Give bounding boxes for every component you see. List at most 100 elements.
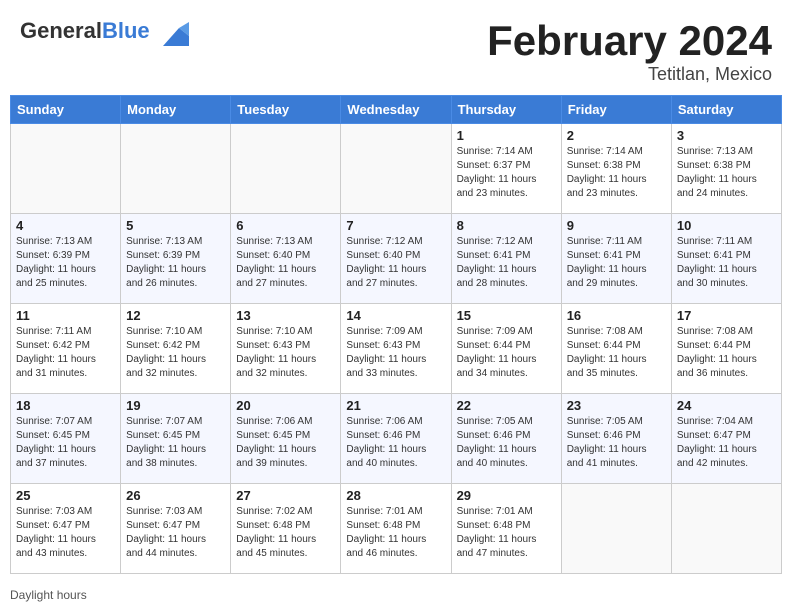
week-row-1: 1Sunrise: 7:14 AM Sunset: 6:37 PM Daylig… (11, 124, 782, 214)
cell-info: Sunrise: 7:11 AM Sunset: 6:42 PM Dayligh… (16, 325, 115, 381)
cal-cell: 17 Sunrise: 7:08 AM Sunset: 6:44 PM Dayli… (671, 304, 781, 394)
cell-info: Sunrise: 7:11 AM Sunset: 6:41 PM Dayligh… (677, 235, 776, 291)
cal-cell: 18 Sunrise: 7:07 AM Sunset: 6:45 PM Dayli… (11, 394, 121, 484)
cell-info: Sunrise: 7:02 AM Sunset: 6:48 PM Dayligh… (236, 505, 335, 561)
cell-date: 5 (126, 218, 225, 233)
cell-info: Sunrise: 7:05 AM Sunset: 6:46 PM Dayligh… (457, 415, 556, 471)
cal-cell (671, 484, 781, 574)
cal-cell (561, 484, 671, 574)
cell-info: Sunrise: 7:08 AM Sunset: 6:44 PM Dayligh… (677, 325, 776, 381)
cal-cell (341, 124, 451, 214)
cal-cell (11, 124, 121, 214)
title-block: February 2024 Tetitlan, Mexico (487, 18, 772, 85)
cal-cell: 21Sunrise: 7:06 AM Sunset: 6:46 PM Dayli… (341, 394, 451, 484)
cal-cell: 7 Sunrise: 7:12 AM Sunset: 6:40 PM Daylig… (341, 214, 451, 304)
cell-info: Sunrise: 7:13 AM Sunset: 6:39 PM Dayligh… (16, 235, 115, 291)
cal-cell: 1Sunrise: 7:14 AM Sunset: 6:37 PM Daylig… (451, 124, 561, 214)
header: GeneralBlue February 2024 Tetitlan, Mexi… (0, 0, 792, 95)
cal-cell: 3 Sunrise: 7:13 AM Sunset: 6:38 PM Daylig… (671, 124, 781, 214)
cal-cell: 5 Sunrise: 7:13 AM Sunset: 6:39 PM Daylig… (121, 214, 231, 304)
cell-date: 9 (567, 218, 666, 233)
cell-date: 11 (16, 308, 115, 323)
cal-cell: 4Sunrise: 7:13 AM Sunset: 6:39 PM Daylig… (11, 214, 121, 304)
cal-cell: 19 Sunrise: 7:07 AM Sunset: 6:45 PM Dayli… (121, 394, 231, 484)
cell-info: Sunrise: 7:13 AM Sunset: 6:39 PM Dayligh… (126, 235, 225, 291)
cell-date: 14 (346, 308, 445, 323)
cell-date: 24 (677, 398, 776, 413)
cal-cell: 29 Sunrise: 7:01 AM Sunset: 6:48 PM Dayli… (451, 484, 561, 574)
cal-cell: 12Sunrise: 7:10 AM Sunset: 6:42 PM Dayli… (121, 304, 231, 394)
cell-date: 2 (567, 128, 666, 143)
cell-date: 21 (346, 398, 445, 413)
cell-info: Sunrise: 7:12 AM Sunset: 6:40 PM Dayligh… (346, 235, 445, 291)
cell-info: Sunrise: 7:03 AM Sunset: 6:47 PM Dayligh… (126, 505, 225, 561)
cal-cell: 14Sunrise: 7:09 AM Sunset: 6:43 PM Dayli… (341, 304, 451, 394)
cell-date: 29 (457, 488, 556, 503)
cell-date: 3 (677, 128, 776, 143)
cal-cell: 9Sunrise: 7:11 AM Sunset: 6:41 PM Daylig… (561, 214, 671, 304)
location: Tetitlan, Mexico (487, 64, 772, 85)
cell-info: Sunrise: 7:03 AM Sunset: 6:47 PM Dayligh… (16, 505, 115, 561)
day-header-tuesday: Tuesday (231, 96, 341, 124)
cell-info: Sunrise: 7:04 AM Sunset: 6:47 PM Dayligh… (677, 415, 776, 471)
cell-date: 19 (126, 398, 225, 413)
cell-info: Sunrise: 7:14 AM Sunset: 6:38 PM Dayligh… (567, 145, 666, 201)
logo-blue: Blue (102, 18, 150, 43)
calendar-table: SundayMondayTuesdayWednesdayThursdayFrid… (10, 95, 782, 574)
cell-info: Sunrise: 7:13 AM Sunset: 6:38 PM Dayligh… (677, 145, 776, 201)
cal-cell: 28Sunrise: 7:01 AM Sunset: 6:48 PM Dayli… (341, 484, 451, 574)
cell-info: Sunrise: 7:07 AM Sunset: 6:45 PM Dayligh… (126, 415, 225, 471)
cal-cell: 26 Sunrise: 7:03 AM Sunset: 6:47 PM Dayli… (121, 484, 231, 574)
cell-date: 10 (677, 218, 776, 233)
cell-info: Sunrise: 7:09 AM Sunset: 6:44 PM Dayligh… (457, 325, 556, 381)
cell-info: Sunrise: 7:06 AM Sunset: 6:45 PM Dayligh… (236, 415, 335, 471)
cell-date: 17 (677, 308, 776, 323)
cell-date: 18 (16, 398, 115, 413)
cal-cell: 27Sunrise: 7:02 AM Sunset: 6:48 PM Dayli… (231, 484, 341, 574)
cell-date: 20 (236, 398, 335, 413)
cell-date: 7 (346, 218, 445, 233)
cal-cell: 10 Sunrise: 7:11 AM Sunset: 6:41 PM Dayli… (671, 214, 781, 304)
day-header-friday: Friday (561, 96, 671, 124)
logo-general: General (20, 18, 102, 43)
cell-date: 25 (16, 488, 115, 503)
cal-cell: 23 Sunrise: 7:05 AM Sunset: 6:46 PM Dayli… (561, 394, 671, 484)
day-header-wednesday: Wednesday (341, 96, 451, 124)
logo: GeneralBlue (20, 18, 189, 50)
day-header-row: SundayMondayTuesdayWednesdayThursdayFrid… (11, 96, 782, 124)
cell-info: Sunrise: 7:01 AM Sunset: 6:48 PM Dayligh… (457, 505, 556, 561)
cell-date: 22 (457, 398, 556, 413)
cal-cell: 16 Sunrise: 7:08 AM Sunset: 6:44 PM Dayli… (561, 304, 671, 394)
week-row-2: 4Sunrise: 7:13 AM Sunset: 6:39 PM Daylig… (11, 214, 782, 304)
cell-date: 16 (567, 308, 666, 323)
cell-info: Sunrise: 7:08 AM Sunset: 6:44 PM Dayligh… (567, 325, 666, 381)
week-row-5: 25 Sunrise: 7:03 AM Sunset: 6:47 PM Dayli… (11, 484, 782, 574)
cell-info: Sunrise: 7:10 AM Sunset: 6:42 PM Dayligh… (126, 325, 225, 381)
day-header-sunday: Sunday (11, 96, 121, 124)
cell-info: Sunrise: 7:07 AM Sunset: 6:45 PM Dayligh… (16, 415, 115, 471)
cal-cell: 22 Sunrise: 7:05 AM Sunset: 6:46 PM Dayli… (451, 394, 561, 484)
cell-date: 26 (126, 488, 225, 503)
cell-info: Sunrise: 7:14 AM Sunset: 6:37 PM Dayligh… (457, 145, 556, 201)
calendar-wrapper: SundayMondayTuesdayWednesdayThursdayFrid… (0, 95, 792, 584)
cal-cell: 8Sunrise: 7:12 AM Sunset: 6:41 PM Daylig… (451, 214, 561, 304)
cell-date: 15 (457, 308, 556, 323)
cal-cell: 6 Sunrise: 7:13 AM Sunset: 6:40 PM Daylig… (231, 214, 341, 304)
cal-cell (231, 124, 341, 214)
cal-cell: 20 Sunrise: 7:06 AM Sunset: 6:45 PM Dayli… (231, 394, 341, 484)
cell-date: 23 (567, 398, 666, 413)
cell-date: 13 (236, 308, 335, 323)
cell-info: Sunrise: 7:05 AM Sunset: 6:46 PM Dayligh… (567, 415, 666, 471)
cell-date: 6 (236, 218, 335, 233)
cell-info: Sunrise: 7:13 AM Sunset: 6:40 PM Dayligh… (236, 235, 335, 291)
month-year: February 2024 (487, 18, 772, 64)
cal-cell: 25 Sunrise: 7:03 AM Sunset: 6:47 PM Dayli… (11, 484, 121, 574)
cal-cell (121, 124, 231, 214)
cell-date: 8 (457, 218, 556, 233)
day-header-monday: Monday (121, 96, 231, 124)
cell-info: Sunrise: 7:01 AM Sunset: 6:48 PM Dayligh… (346, 505, 445, 561)
cal-cell: 2 Sunrise: 7:14 AM Sunset: 6:38 PM Daylig… (561, 124, 671, 214)
cal-cell: 24 Sunrise: 7:04 AM Sunset: 6:47 PM Dayli… (671, 394, 781, 484)
cal-cell: 11 Sunrise: 7:11 AM Sunset: 6:42 PM Dayli… (11, 304, 121, 394)
day-header-thursday: Thursday (451, 96, 561, 124)
